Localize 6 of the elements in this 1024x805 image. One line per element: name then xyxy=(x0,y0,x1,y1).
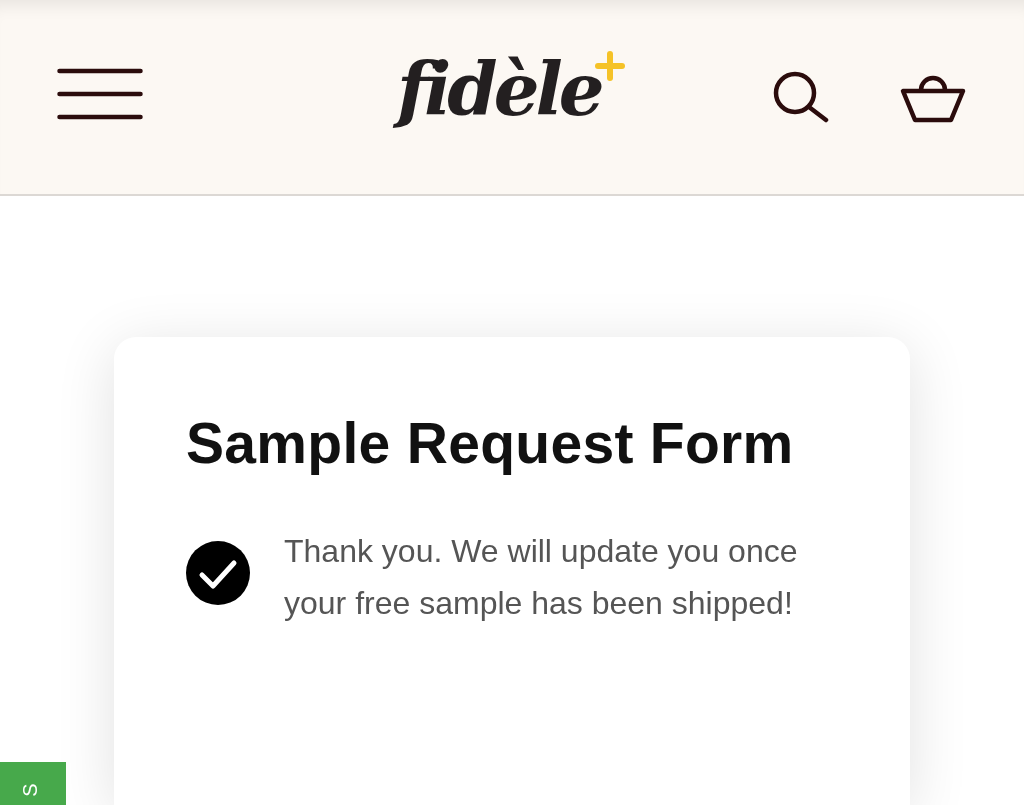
tab-label: S xyxy=(20,783,40,797)
logo-wordmark[interactable]: fidèle xyxy=(391,45,611,135)
confirmation-message: Thank you. We will update you once your free sample has been shipped! xyxy=(284,532,799,623)
search-icon[interactable] xyxy=(772,71,830,123)
menu-icon[interactable] xyxy=(57,68,143,120)
checkmark-icon xyxy=(186,541,250,605)
